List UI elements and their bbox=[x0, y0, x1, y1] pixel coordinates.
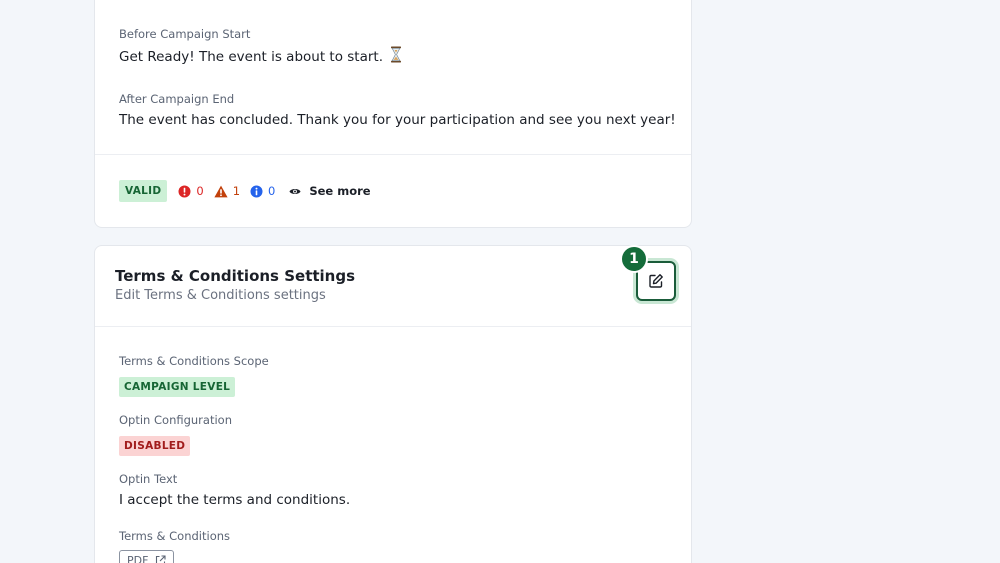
info-icon bbox=[250, 185, 263, 197]
edit-icon bbox=[649, 274, 663, 288]
after-end-field: After Campaign End The event has conclud… bbox=[119, 92, 676, 129]
terms-header: Terms & Conditions Settings Edit Terms &… bbox=[115, 267, 355, 305]
before-start-field: Before Campaign Start Get Ready! The eve… bbox=[119, 27, 402, 68]
eye-icon bbox=[289, 188, 301, 194]
terms-subtitle: Edit Terms & Conditions settings bbox=[115, 288, 326, 303]
hourglass-icon bbox=[390, 46, 402, 68]
valid-badge: VALID bbox=[119, 180, 168, 202]
campaign-messages-card: Before Campaign Start Get Ready! The eve… bbox=[94, 0, 692, 228]
terms-title: Terms & Conditions Settings bbox=[115, 267, 356, 285]
terms-file-field: Terms & Conditions PDF bbox=[119, 529, 230, 563]
optin-config-field: Optin Configuration DISABLED bbox=[119, 413, 232, 456]
optin-text-label: Optin Text bbox=[119, 472, 178, 486]
error-count: 0 bbox=[196, 184, 204, 198]
validation-row: VALID 0 1 0 See more bbox=[119, 180, 371, 202]
terms-file-label: Terms & Conditions bbox=[119, 529, 231, 543]
optin-text-field: Optin Text I accept the terms and condit… bbox=[119, 472, 350, 509]
pdf-link[interactable]: PDF bbox=[119, 550, 175, 563]
before-start-value-row: Get Ready! The event is about to start. bbox=[119, 46, 402, 68]
info-counter: 0 bbox=[250, 184, 275, 198]
step-marker: 1 bbox=[620, 245, 648, 273]
optin-text-value: I accept the terms and conditions. bbox=[119, 492, 351, 508]
scope-badge: CAMPAIGN LEVEL bbox=[119, 377, 236, 397]
terms-divider bbox=[95, 326, 691, 327]
before-start-value: Get Ready! The event is about to start. bbox=[119, 49, 384, 65]
scope-label: Terms & Conditions Scope bbox=[119, 354, 269, 368]
optin-config-badge: DISABLED bbox=[119, 436, 191, 456]
pdf-link-label: PDF bbox=[127, 553, 149, 563]
scope-field: Terms & Conditions Scope CAMPAIGN LEVEL bbox=[119, 354, 269, 397]
before-start-label: Before Campaign Start bbox=[119, 27, 251, 41]
see-more-label: See more bbox=[309, 184, 371, 198]
see-more-button[interactable]: See more bbox=[289, 184, 371, 198]
info-count: 0 bbox=[268, 184, 276, 198]
error-counter: 0 bbox=[178, 184, 204, 198]
warning-icon bbox=[214, 185, 228, 197]
card-divider bbox=[95, 154, 691, 155]
warning-count: 1 bbox=[232, 184, 241, 198]
after-end-value: The event has concluded. Thank you for y… bbox=[119, 112, 676, 128]
terms-settings-card: Terms & Conditions Settings Edit Terms &… bbox=[94, 245, 692, 563]
optin-config-label: Optin Configuration bbox=[119, 413, 232, 427]
after-end-label: After Campaign End bbox=[119, 92, 235, 106]
external-link-icon bbox=[156, 554, 166, 563]
warning-counter: 1 bbox=[214, 184, 240, 198]
page: Before Campaign Start Get Ready! The eve… bbox=[0, 0, 1000, 563]
error-icon bbox=[178, 185, 191, 197]
